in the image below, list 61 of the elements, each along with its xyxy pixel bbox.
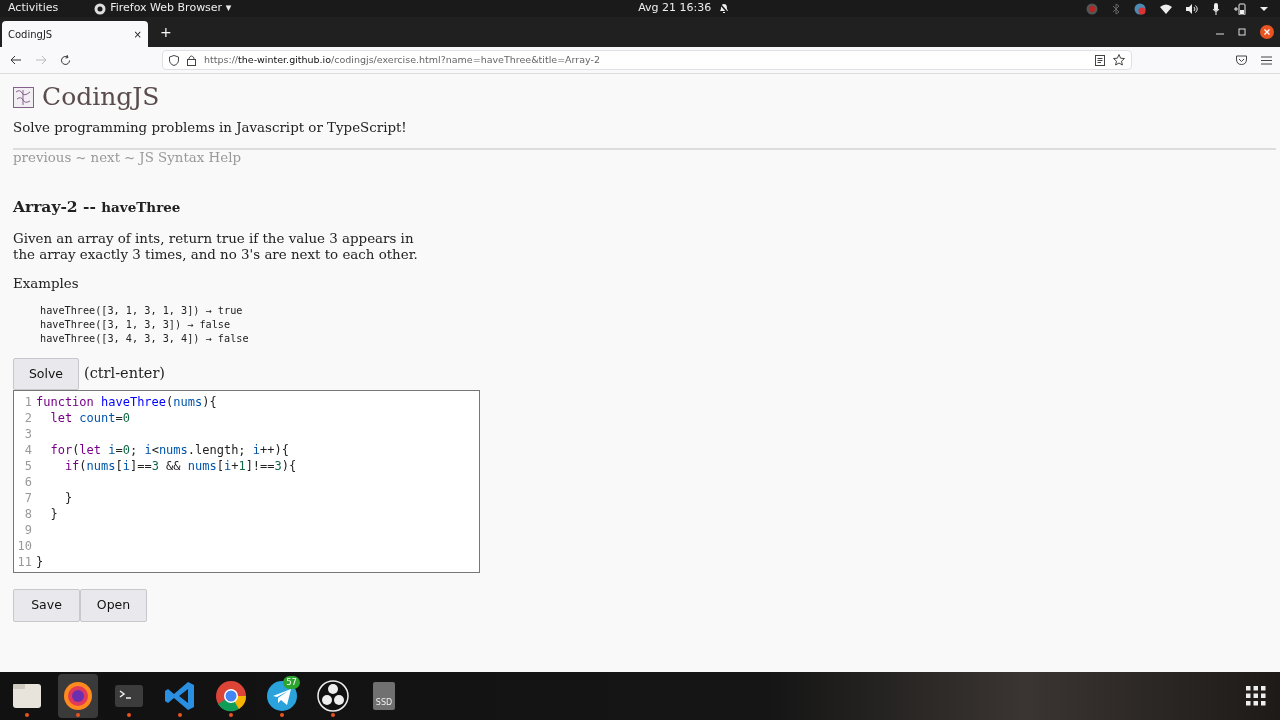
code-line: let count=0 (49, 410, 131, 426)
address-bar[interactable]: https://the-winter.github.io/codingjs/exercise.html?name=haveThree&title=Array-2 (162, 50, 1132, 70)
open-button[interactable]: Open (80, 589, 147, 622)
code-line: function haveThree(nums){ (36, 394, 218, 410)
clock[interactable]: Avg 21 16:36 (638, 0, 712, 17)
code-line: } (63, 490, 74, 506)
line-number: 8 (23, 506, 33, 522)
bookmark-star-icon[interactable] (1113, 54, 1125, 66)
example-line: haveThree([3, 1, 3, 3]) → false (40, 318, 232, 332)
separator: ~ (75, 150, 87, 166)
line-number: 1 (23, 394, 33, 410)
reload-icon[interactable] (60, 54, 71, 66)
wifi-icon[interactable] (1160, 3, 1172, 14)
line-number: 10 (16, 538, 33, 554)
menu-icon[interactable] (1261, 55, 1272, 65)
reader-view-icon[interactable] (1095, 54, 1105, 66)
shortcut-hint: (ctrl-enter) (84, 364, 165, 384)
line-number: 2 (23, 410, 33, 426)
line-number: 6 (23, 474, 33, 490)
puzzle-logo-icon (13, 86, 34, 108)
line-number: 11 (16, 554, 33, 570)
code-line: for(let i=0; i<nums.length; i++){ (49, 442, 290, 458)
line-number: 3 (23, 426, 33, 442)
app-grid-icon[interactable] (1246, 686, 1266, 706)
code-line: } (49, 506, 59, 522)
record-icon[interactable] (1086, 2, 1098, 15)
close-icon[interactable] (1260, 25, 1274, 39)
app-menu[interactable]: Firefox Web Browser ▾ (110, 0, 232, 17)
pocket-icon[interactable] (1236, 55, 1247, 65)
notification-badge: 57 (283, 676, 300, 689)
bell-off-icon (719, 3, 730, 14)
example-line: haveThree([3, 1, 3, 1, 3]) → true (40, 304, 244, 318)
volume-icon[interactable] (1186, 3, 1198, 14)
problem-description: Given an array of ints, return true if the value 3 appears in the array exactly 3 times, and no 3's are next to each other. (13, 231, 418, 263)
back-icon[interactable] (10, 55, 22, 65)
lock-icon (187, 54, 196, 66)
close-tab-button[interactable]: × (133, 26, 142, 42)
separator: ~ (124, 150, 136, 166)
microphone-icon[interactable] (1212, 2, 1220, 15)
line-number: 5 (23, 458, 33, 474)
code-line: if(nums[i]==3 && nums[i+1]!==3){ (63, 458, 297, 474)
battery-icon[interactable] (1234, 2, 1246, 15)
caret-icon[interactable] (1260, 5, 1268, 12)
save-button[interactable]: Save (13, 589, 80, 622)
browser-tab[interactable]: CodingJS × (2, 21, 148, 47)
restore-icon[interactable] (1238, 28, 1246, 36)
site-title: CodingJS (42, 82, 160, 112)
line-number: 9 (23, 522, 33, 538)
line-number: 7 (23, 490, 33, 506)
bluetooth-icon[interactable] (1112, 2, 1120, 15)
tagline: Solve programming problems in Javascript or TypeScript! (13, 120, 408, 136)
examples-heading: Examples (13, 276, 80, 292)
code-line: } (36, 554, 45, 570)
problem-title: Array-2 -- haveThree (13, 198, 182, 216)
line-number: 4 (23, 442, 33, 458)
solve-button[interactable]: Solve (13, 358, 79, 390)
activities-button[interactable]: Activities (8, 0, 59, 17)
example-line: haveThree([3, 4, 3, 3, 4]) → false (40, 332, 250, 346)
shield-icon (169, 54, 179, 66)
new-tab-button[interactable]: + (160, 21, 172, 43)
code-editor[interactable]: 1 2 3 4 5 6 7 8 9 10 11 function haveThree(nums){ let count=0 for(let i=0; i<nums.length; i++){ if(nums[i]==3 && nums[i+1]!==3){ } } } (13, 390, 480, 573)
